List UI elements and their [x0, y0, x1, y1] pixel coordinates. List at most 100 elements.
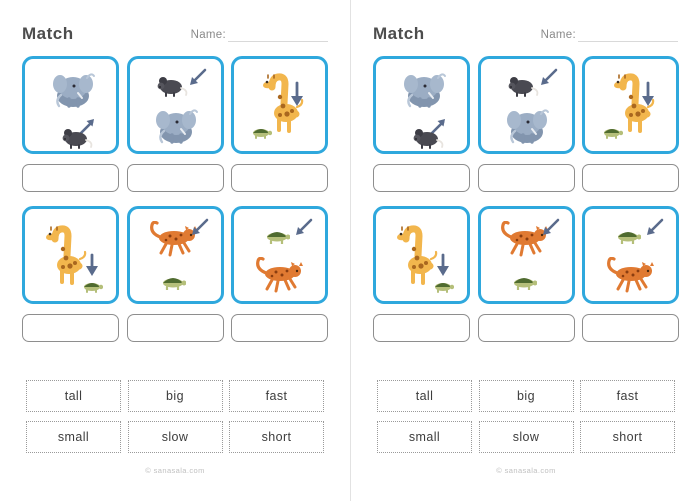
picture-card-2[interactable] — [477, 56, 575, 154]
word-card-big[interactable]: big — [478, 380, 574, 412]
word-card-row-2: small slow short — [377, 421, 675, 453]
picture-card-4[interactable] — [373, 206, 470, 304]
worksheet-half-left: Match Name: tall big fast small slow sho… — [0, 0, 350, 501]
footer-credit: © sanasala.com — [496, 466, 556, 475]
arrow-icon — [647, 218, 664, 235]
cheetah-icon — [607, 257, 654, 293]
arrow-icon — [642, 81, 654, 106]
answer-box-1[interactable] — [22, 164, 119, 192]
arrow-icon — [437, 253, 449, 276]
picture-card-2[interactable] — [126, 56, 224, 154]
word-card-small[interactable]: small — [377, 421, 472, 453]
worksheet-page: Match Name: tall big fast small slow sho… — [0, 0, 700, 501]
name-field-group: Name: — [191, 29, 328, 42]
scene-turtle-cheetah — [585, 209, 676, 301]
word-card-short[interactable]: short — [580, 421, 675, 453]
picture-card-row-1 — [22, 56, 328, 154]
name-field-group: Name: — [541, 29, 678, 42]
name-label: Name: — [190, 29, 226, 42]
picture-card-3[interactable] — [582, 56, 679, 154]
word-card-row-1: tall big fast — [26, 380, 324, 412]
cheetah-icon — [256, 257, 303, 293]
word-card-big[interactable]: big — [127, 380, 223, 412]
picture-card-6[interactable] — [231, 206, 328, 304]
word-card-row-2: small slow short — [26, 421, 324, 453]
scene-giraffe-turtle — [234, 59, 325, 151]
footer-credit: © sanasala.com — [145, 466, 205, 475]
scene-turtle-cheetah — [234, 209, 325, 301]
picture-card-1[interactable] — [373, 56, 470, 154]
arrow-icon — [189, 68, 206, 85]
elephant-icon — [155, 109, 198, 144]
answer-box-5[interactable] — [477, 314, 575, 342]
scene-cheetah-turtle — [481, 209, 572, 301]
answer-box-row-2 — [373, 314, 679, 342]
picture-card-row-1 — [373, 56, 679, 154]
scene-giraffe-turtle — [585, 59, 676, 151]
mouse-icon — [157, 77, 187, 97]
giraffe-icon — [46, 225, 87, 285]
picture-card-6[interactable] — [582, 206, 679, 304]
turtle-icon — [267, 232, 290, 244]
picture-card-row-2 — [373, 206, 679, 304]
answer-box-4[interactable] — [373, 314, 470, 342]
header: Match Name: — [22, 16, 328, 42]
word-card-slow[interactable]: slow — [127, 421, 223, 453]
page-title: Match — [22, 24, 74, 43]
turtle-icon — [513, 278, 537, 290]
page-title: Match — [373, 24, 425, 43]
picture-card-3[interactable] — [231, 56, 328, 154]
picture-card-5[interactable] — [126, 206, 224, 304]
picture-card-4[interactable] — [22, 206, 119, 304]
answer-box-3[interactable] — [582, 164, 679, 192]
arrow-icon — [191, 218, 208, 235]
word-card-tall[interactable]: tall — [377, 380, 472, 412]
elephant-icon — [404, 73, 446, 108]
name-input-line[interactable] — [228, 29, 328, 42]
elephant-icon — [506, 109, 549, 144]
answer-box-row-1 — [22, 164, 328, 192]
answer-box-row-2 — [22, 314, 328, 342]
picture-card-row-2 — [22, 206, 328, 304]
answer-box-2[interactable] — [126, 164, 224, 192]
arrow-icon — [291, 81, 303, 106]
turtle-icon — [604, 129, 623, 139]
scene-mouse-elephant — [481, 59, 572, 151]
elephant-icon — [53, 73, 95, 108]
word-card-slow[interactable]: slow — [478, 421, 574, 453]
mouse-icon — [413, 129, 444, 149]
scene-giraffe-turtle-short — [376, 209, 467, 301]
picture-card-1[interactable] — [22, 56, 119, 154]
arrow-icon — [540, 68, 557, 85]
answer-box-6[interactable] — [231, 314, 328, 342]
answer-box-2[interactable] — [477, 164, 575, 192]
word-card-short[interactable]: short — [229, 421, 324, 453]
name-label: Name: — [540, 29, 576, 42]
word-card-fast[interactable]: fast — [229, 380, 324, 412]
answer-box-row-1 — [373, 164, 679, 192]
answer-box-1[interactable] — [373, 164, 470, 192]
worksheet-half-right: Match Name: tall big fast small slow sho… — [350, 0, 700, 501]
turtle-icon — [253, 129, 272, 139]
word-card-fast[interactable]: fast — [580, 380, 675, 412]
scene-elephant-mouse — [25, 59, 116, 151]
word-card-small[interactable]: small — [26, 421, 121, 453]
scene-elephant-mouse — [376, 59, 467, 151]
answer-box-4[interactable] — [22, 314, 119, 342]
arrow-icon — [296, 218, 313, 235]
name-input-line[interactable] — [578, 29, 678, 42]
turtle-icon — [162, 278, 186, 290]
word-card-tall[interactable]: tall — [26, 380, 121, 412]
answer-box-3[interactable] — [231, 164, 328, 192]
word-card-row-1: tall big fast — [377, 380, 675, 412]
mouse-icon — [62, 129, 93, 149]
answer-box-5[interactable] — [126, 314, 224, 342]
giraffe-icon — [397, 225, 438, 285]
arrow-icon — [86, 253, 98, 276]
answer-box-6[interactable] — [582, 314, 679, 342]
header: Match Name: — [373, 16, 678, 42]
turtle-icon — [435, 283, 454, 293]
picture-card-5[interactable] — [477, 206, 575, 304]
turtle-icon — [84, 283, 103, 293]
mouse-icon — [508, 77, 538, 97]
